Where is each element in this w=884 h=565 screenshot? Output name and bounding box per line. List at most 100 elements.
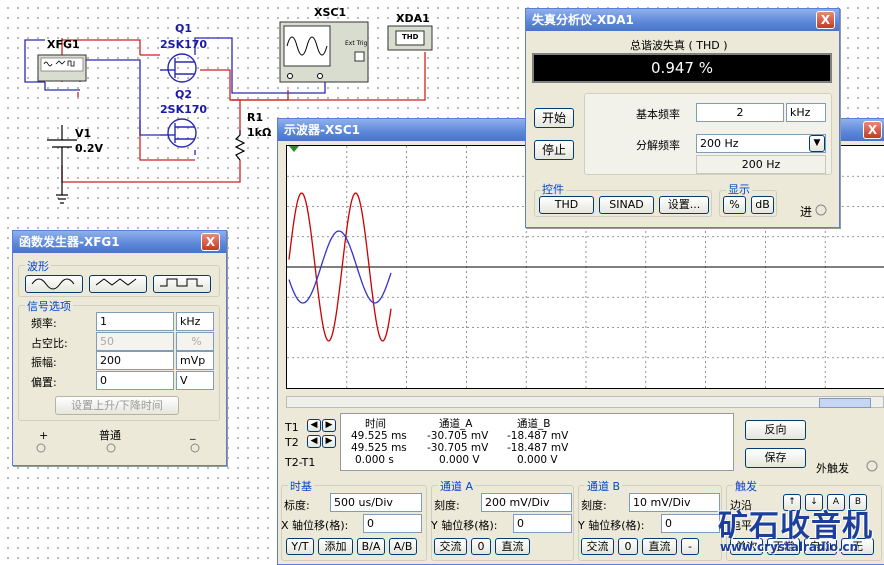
hdr-channel-b: 通道_B xyxy=(517,418,551,430)
cha-ypos-label: Y 轴位移(格): xyxy=(431,519,498,532)
t2-t1-label: T2-T1 xyxy=(285,456,316,469)
sine-wave-button[interactable] xyxy=(25,275,83,293)
res-freq-label: 分解频率 xyxy=(636,139,680,152)
sine-wave-icon xyxy=(31,278,75,290)
freq-unit[interactable]: kHz xyxy=(176,312,214,331)
offset-input[interactable]: 0 xyxy=(96,371,174,390)
save-button[interactable]: 保存 xyxy=(745,448,806,468)
chb-minus-button[interactable]: - xyxy=(681,538,699,555)
controls-title: 控件 xyxy=(540,181,566,197)
cha-ypos-input[interactable]: 0 xyxy=(513,514,572,533)
scope-close-button[interactable]: X xyxy=(863,121,882,139)
res-freq-chevron-down-icon[interactable]: ▼ xyxy=(809,135,825,152)
hdr-time: 时间 xyxy=(365,418,386,430)
distortion-close-button[interactable]: X xyxy=(816,11,835,29)
t2-label: T2 xyxy=(285,436,299,449)
cha-zero-button[interactable]: 0 xyxy=(471,538,491,555)
cha-scale-input[interactable]: 200 mV/Div xyxy=(481,493,572,512)
waveform-group-title: 波形 xyxy=(25,258,51,274)
chb-scale-input[interactable]: 10 mV/Div xyxy=(629,493,720,512)
chb-ypos-input[interactable]: 0 xyxy=(661,514,720,533)
q1-label: Q1 xyxy=(175,22,193,35)
display-title: 显示 xyxy=(726,181,752,197)
xsc1-label: XSC1 xyxy=(314,6,347,19)
xda1-thd-label: THD xyxy=(402,33,419,41)
amp-unit[interactable]: mVp xyxy=(176,351,214,370)
row3-cha: 0.000 V xyxy=(439,454,480,466)
res-freq-select[interactable]: 200 Hz xyxy=(696,134,826,153)
offset-unit[interactable]: V xyxy=(176,371,214,390)
sinad-button[interactable]: SINAD xyxy=(599,196,654,214)
distortion-analyzer-window: 失真分析仪-XDA1 X 总谐波失真 ( THD ) 0.947 % 开始 停止… xyxy=(525,8,840,228)
amp-input[interactable]: 200 xyxy=(96,351,174,370)
q2-part-label: 2SK170 xyxy=(160,103,208,116)
triangle-wave-button[interactable] xyxy=(89,275,147,293)
t2-right-arrow[interactable]: ▶ xyxy=(322,435,336,448)
timebase-title: 时基 xyxy=(288,478,314,494)
chb-dc-button[interactable]: 直流 xyxy=(642,538,677,555)
t1-left-arrow[interactable]: ◀ xyxy=(307,419,321,432)
xpos-input[interactable]: 0 xyxy=(363,514,422,533)
signal-options-title: 信号选项 xyxy=(25,298,73,314)
function-generator-window: 函数发生器-XFG1 X 波形 信号选项 频率: 1 kHz 占空比: 50 %… xyxy=(12,230,227,466)
q2-label: Q2 xyxy=(175,88,193,101)
row3-time: 0.000 s xyxy=(355,454,394,466)
cha-dc-button[interactable]: 直流 xyxy=(495,538,530,555)
percent-button[interactable]: % xyxy=(723,196,746,214)
row3-chb: 0.000 V xyxy=(517,454,558,466)
input-terminal-icon xyxy=(815,204,827,216)
t2-left-arrow[interactable]: ◀ xyxy=(307,435,321,448)
res-freq-display: 200 Hz xyxy=(696,155,826,174)
row1-cha: -30.705 mV xyxy=(427,430,489,442)
add-button[interactable]: 添加 xyxy=(318,538,353,555)
duty-label: 占空比: xyxy=(31,337,68,350)
v1-label: V1 xyxy=(75,127,92,140)
channel-b-title: 通道 B xyxy=(585,478,623,494)
fund-freq-input[interactable]: 2 xyxy=(696,103,784,122)
hdr-channel-a: 通道_A xyxy=(439,418,473,430)
chb-ac-button[interactable]: 交流 xyxy=(581,538,614,555)
reverse-button[interactable]: 反向 xyxy=(745,420,806,440)
t1-label: T1 xyxy=(285,421,299,434)
xfg1-label: XFG1 xyxy=(47,38,80,51)
ba-button[interactable]: B/A xyxy=(357,538,385,555)
q1-part-label: 2SK170 xyxy=(160,38,208,51)
distortion-titlebar[interactable]: 失真分析仪-XDA1 xyxy=(526,9,839,31)
row1-time: 49.525 ms xyxy=(351,430,407,442)
row2-time: 49.525 ms xyxy=(351,442,407,454)
chb-ypos-label: Y 轴位移(格): xyxy=(578,519,645,532)
timebase-scale-input[interactable]: 500 us/Div xyxy=(330,493,422,512)
cha-ac-button[interactable]: 交流 xyxy=(434,538,467,555)
scope-scroll-thumb[interactable] xyxy=(819,398,871,408)
ext-trigger-terminal-icon xyxy=(866,460,878,472)
xsc1-ext-trig: Ext Trig xyxy=(345,40,368,47)
watermark-brand: 矿石收音机 xyxy=(718,509,873,544)
offset-label: 偏置: xyxy=(31,376,57,389)
t1-right-arrow[interactable]: ▶ xyxy=(322,419,336,432)
r1-value: 1kΩ xyxy=(247,126,272,139)
trigger-title: 触发 xyxy=(733,478,759,494)
duty-unit[interactable]: % xyxy=(176,332,214,351)
func-gen-titlebar[interactable]: 函数发生器-XFG1 xyxy=(13,231,226,253)
settings-button[interactable]: 设置... xyxy=(659,196,709,214)
scope-scrollbar[interactable] xyxy=(286,396,884,408)
xpos-label: X 轴位移(格): xyxy=(281,519,349,532)
terminals-icon xyxy=(36,443,200,453)
rise-fall-time-button[interactable]: 设置上升/下降时间 xyxy=(55,396,179,415)
thd-button[interactable]: THD xyxy=(539,196,594,214)
square-wave-icon xyxy=(160,278,203,287)
square-wave-button[interactable] xyxy=(153,275,211,293)
duty-input[interactable]: 50 xyxy=(96,332,174,351)
start-button[interactable]: 开始 xyxy=(534,108,574,128)
ab-button[interactable]: A/B xyxy=(389,538,417,555)
yt-button[interactable]: Y/T xyxy=(286,538,314,555)
chb-zero-button[interactable]: 0 xyxy=(618,538,638,555)
xda1-label: XDA1 xyxy=(396,12,430,25)
stop-button[interactable]: 停止 xyxy=(534,140,574,160)
triangle-wave-icon xyxy=(95,278,137,286)
func-gen-close-button[interactable]: X xyxy=(201,233,220,251)
input-terminal-label: 进 xyxy=(800,205,813,219)
db-button[interactable]: dB xyxy=(751,196,774,214)
fund-freq-unit[interactable]: kHz xyxy=(786,103,826,122)
freq-input[interactable]: 1 xyxy=(96,312,174,331)
